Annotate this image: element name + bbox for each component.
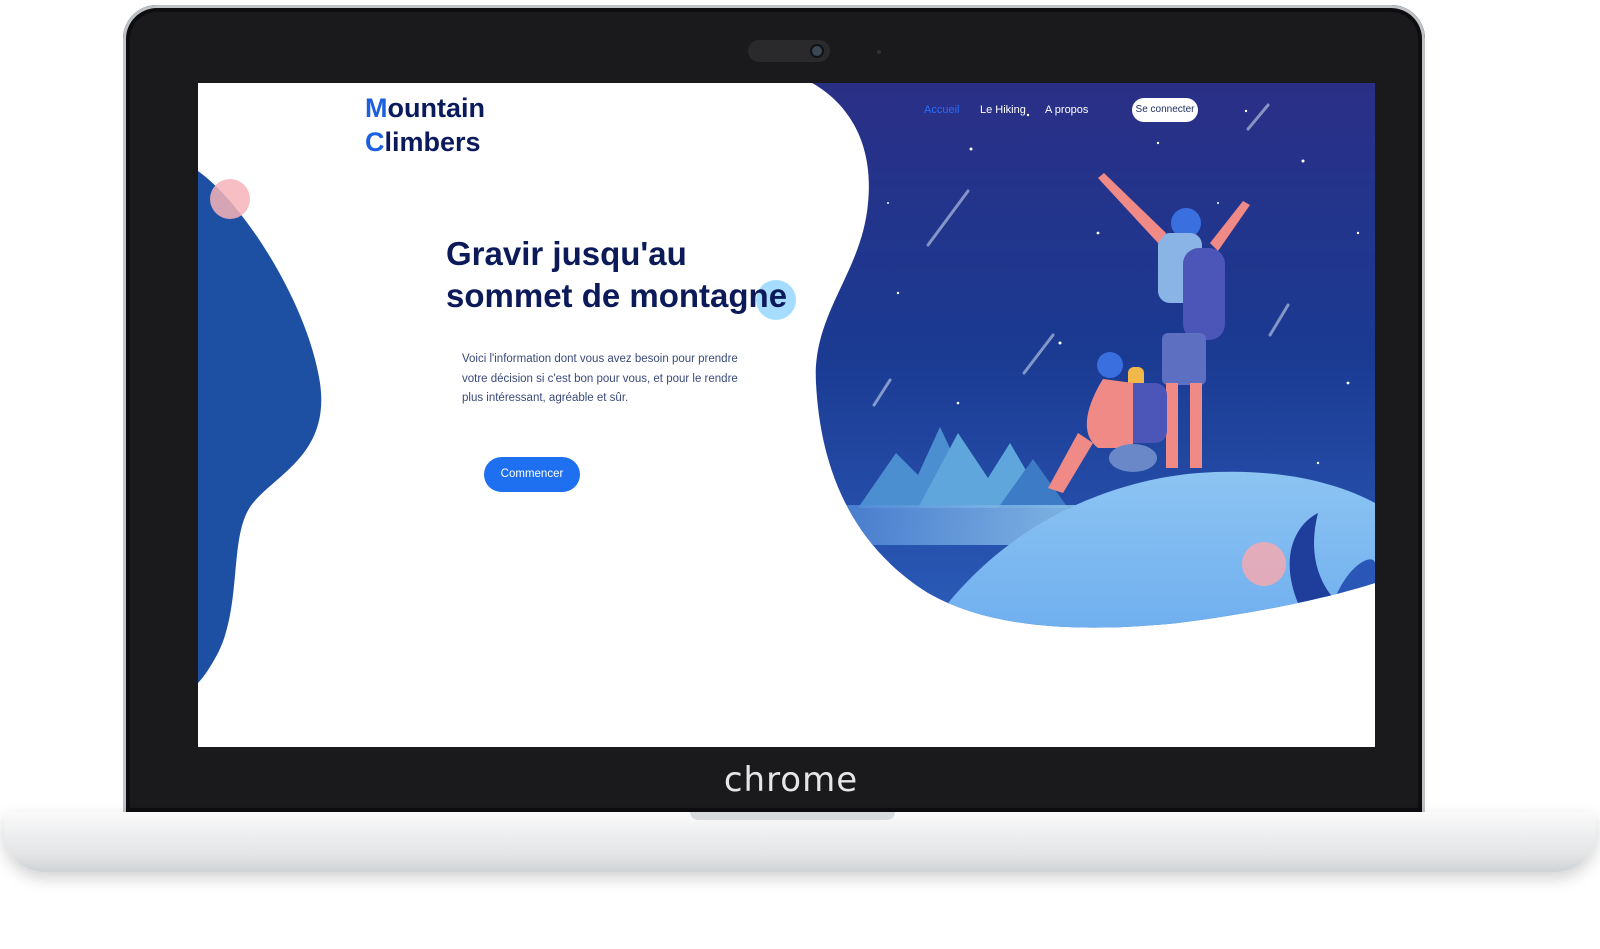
hero-headline-line-1: Gravir jusqu'au [446, 235, 687, 272]
hero-headline: Gravir jusqu'au sommet de montagne [446, 233, 806, 317]
hero-description: Voici l'information dont vous avez besoi… [462, 353, 738, 404]
webcam-indicator-icon [877, 50, 881, 54]
nav-link-a-propos[interactable]: A propos [1045, 104, 1088, 116]
laptop-base [4, 812, 1596, 872]
website-screen: Mountain Climbers Accueil Le Hiking A pr… [198, 83, 1375, 747]
left-decor-blob [198, 171, 322, 683]
hero-headline-line-2: sommet de montagne [446, 277, 788, 314]
login-button[interactable]: Se connecter [1132, 98, 1198, 122]
pink-decor-dot [210, 179, 250, 219]
hero-illustration [198, 83, 1375, 683]
start-button[interactable]: Commencer [484, 457, 580, 492]
device-brand-label: chrome [723, 760, 859, 800]
top-navigation: Accueil Le Hiking A propos Se connecter [198, 95, 1375, 125]
nav-link-le-hiking[interactable]: Le Hiking [980, 104, 1026, 116]
logo-initial-c: C [365, 127, 385, 157]
laptop-hinge-groove [690, 812, 895, 820]
nav-link-accueil[interactable]: Accueil [924, 104, 959, 116]
webcam-icon [812, 46, 822, 56]
logo-word-2: limbers [384, 127, 481, 157]
